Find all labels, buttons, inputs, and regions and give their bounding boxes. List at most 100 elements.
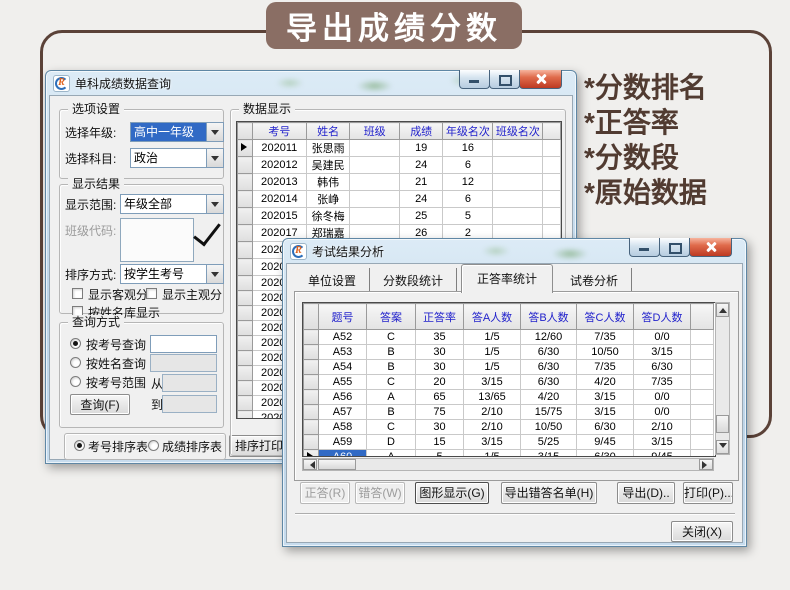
cell[interactable] bbox=[493, 208, 543, 225]
cell[interactable]: 5 bbox=[443, 208, 493, 225]
cell[interactable]: 65 bbox=[416, 390, 464, 405]
tab-3[interactable]: 正答率统计 bbox=[461, 264, 553, 293]
cell[interactable]: A57 bbox=[319, 405, 367, 420]
cell[interactable]: A60 bbox=[319, 450, 367, 458]
cell[interactable]: 6/30 bbox=[521, 360, 577, 375]
dropdown-arrow-icon[interactable] bbox=[206, 265, 223, 283]
cell[interactable] bbox=[691, 360, 714, 375]
cell[interactable] bbox=[493, 157, 543, 174]
cell[interactable]: 张峥 bbox=[306, 191, 350, 208]
tab-2[interactable]: 分数段统计 bbox=[370, 268, 457, 292]
cell[interactable] bbox=[691, 420, 714, 435]
cell[interactable]: 9/45 bbox=[634, 450, 691, 458]
wrong-answer-button[interactable]: 错答(W) bbox=[355, 482, 405, 504]
export-button[interactable]: 导出(D).. bbox=[617, 482, 675, 504]
cell[interactable]: D bbox=[367, 435, 416, 450]
cell[interactable]: A55 bbox=[319, 375, 367, 390]
cell[interactable]: C bbox=[367, 375, 416, 390]
cell[interactable]: 75 bbox=[416, 405, 464, 420]
horizontal-scroll-thumb[interactable] bbox=[318, 459, 356, 470]
range-from-input[interactable] bbox=[162, 374, 217, 392]
close-button[interactable] bbox=[689, 238, 732, 257]
vertical-scroll-thumb[interactable] bbox=[716, 415, 729, 433]
cell[interactable] bbox=[493, 174, 543, 191]
scroll-up-button[interactable] bbox=[716, 303, 729, 317]
cell[interactable] bbox=[691, 390, 714, 405]
cell[interactable]: B bbox=[367, 360, 416, 375]
cell[interactable]: 7/35 bbox=[577, 330, 634, 345]
cell[interactable]: 1/5 bbox=[464, 345, 521, 360]
cell[interactable] bbox=[691, 405, 714, 420]
subject-combobox[interactable]: 政治 bbox=[130, 148, 224, 168]
cell[interactable]: 12 bbox=[443, 174, 493, 191]
objective-score-checkbox[interactable] bbox=[72, 288, 83, 299]
cell[interactable]: 6/30 bbox=[521, 375, 577, 390]
cell[interactable]: 20 bbox=[416, 375, 464, 390]
cell[interactable]: 202015 bbox=[253, 208, 307, 225]
cell[interactable]: 2/10 bbox=[634, 420, 691, 435]
cell[interactable]: 30 bbox=[416, 420, 464, 435]
cell[interactable]: 202013 bbox=[253, 174, 307, 191]
cell[interactable]: 1/5 bbox=[464, 360, 521, 375]
close-button[interactable] bbox=[519, 70, 562, 89]
cell[interactable]: 1/5 bbox=[464, 450, 521, 458]
cell[interactable]: 4/20 bbox=[521, 390, 577, 405]
horizontal-scrollbar[interactable] bbox=[302, 458, 714, 471]
cell[interactable]: C bbox=[367, 420, 416, 435]
cell[interactable]: 5 bbox=[416, 450, 464, 458]
maximize-button[interactable] bbox=[659, 238, 690, 257]
cell[interactable]: C bbox=[367, 330, 416, 345]
cell[interactable] bbox=[350, 157, 399, 174]
cell[interactable] bbox=[493, 191, 543, 208]
query-button[interactable]: 查询(F) bbox=[70, 394, 130, 415]
vertical-scrollbar[interactable] bbox=[715, 302, 730, 455]
by-range-radio[interactable] bbox=[70, 376, 81, 387]
cell[interactable]: 12/60 bbox=[521, 330, 577, 345]
cell[interactable]: 202012 bbox=[253, 157, 307, 174]
cell[interactable]: 15/75 bbox=[521, 405, 577, 420]
cell[interactable] bbox=[691, 345, 714, 360]
cell[interactable]: A bbox=[367, 450, 416, 458]
cell[interactable]: 24 bbox=[399, 157, 443, 174]
cell[interactable]: 13/65 bbox=[464, 390, 521, 405]
cell[interactable]: 30 bbox=[416, 345, 464, 360]
sort-mode-combobox-value[interactable]: 按学生考号 bbox=[121, 265, 206, 283]
scroll-left-button[interactable] bbox=[303, 459, 317, 470]
cell[interactable]: 1/5 bbox=[464, 330, 521, 345]
cell[interactable]: 25 bbox=[399, 208, 443, 225]
cell[interactable]: 韩伟 bbox=[306, 174, 350, 191]
cell[interactable]: 16 bbox=[443, 140, 493, 157]
cell[interactable]: 30 bbox=[416, 360, 464, 375]
correct-answer-button[interactable]: 正答(R) bbox=[300, 482, 350, 504]
subject-combobox-value[interactable]: 政治 bbox=[131, 149, 206, 167]
cell[interactable]: A56 bbox=[319, 390, 367, 405]
cell[interactable] bbox=[691, 450, 714, 458]
cell[interactable] bbox=[543, 174, 561, 191]
cell[interactable]: 3/15 bbox=[577, 390, 634, 405]
cell[interactable]: B bbox=[367, 405, 416, 420]
dropdown-arrow-icon[interactable] bbox=[206, 149, 223, 167]
cell[interactable] bbox=[543, 157, 561, 174]
minimize-button[interactable] bbox=[629, 238, 660, 257]
cell[interactable]: 21 bbox=[399, 174, 443, 191]
cell[interactable] bbox=[543, 140, 561, 157]
scroll-down-button[interactable] bbox=[716, 440, 729, 454]
cell[interactable]: 15 bbox=[416, 435, 464, 450]
cell[interactable]: 徐冬梅 bbox=[306, 208, 350, 225]
by-exam-no-radio[interactable] bbox=[70, 338, 81, 349]
grade-combobox-value[interactable]: 高中一年级 bbox=[131, 123, 206, 141]
cell[interactable] bbox=[350, 191, 399, 208]
cell[interactable]: 19 bbox=[399, 140, 443, 157]
cell[interactable]: B bbox=[367, 345, 416, 360]
cell[interactable]: A59 bbox=[319, 435, 367, 450]
cell[interactable]: 10/50 bbox=[521, 420, 577, 435]
cell[interactable] bbox=[691, 330, 714, 345]
range-combobox[interactable]: 年级全部 bbox=[120, 194, 224, 214]
cell[interactable] bbox=[543, 208, 561, 225]
cell[interactable]: 2/10 bbox=[464, 405, 521, 420]
cell[interactable]: 202014 bbox=[253, 191, 307, 208]
cell[interactable]: 3/15 bbox=[634, 345, 691, 360]
export-wrong-list-button[interactable]: 导出错答名单(H) bbox=[501, 482, 597, 504]
cell[interactable]: 7/35 bbox=[634, 375, 691, 390]
cell[interactable] bbox=[493, 140, 543, 157]
